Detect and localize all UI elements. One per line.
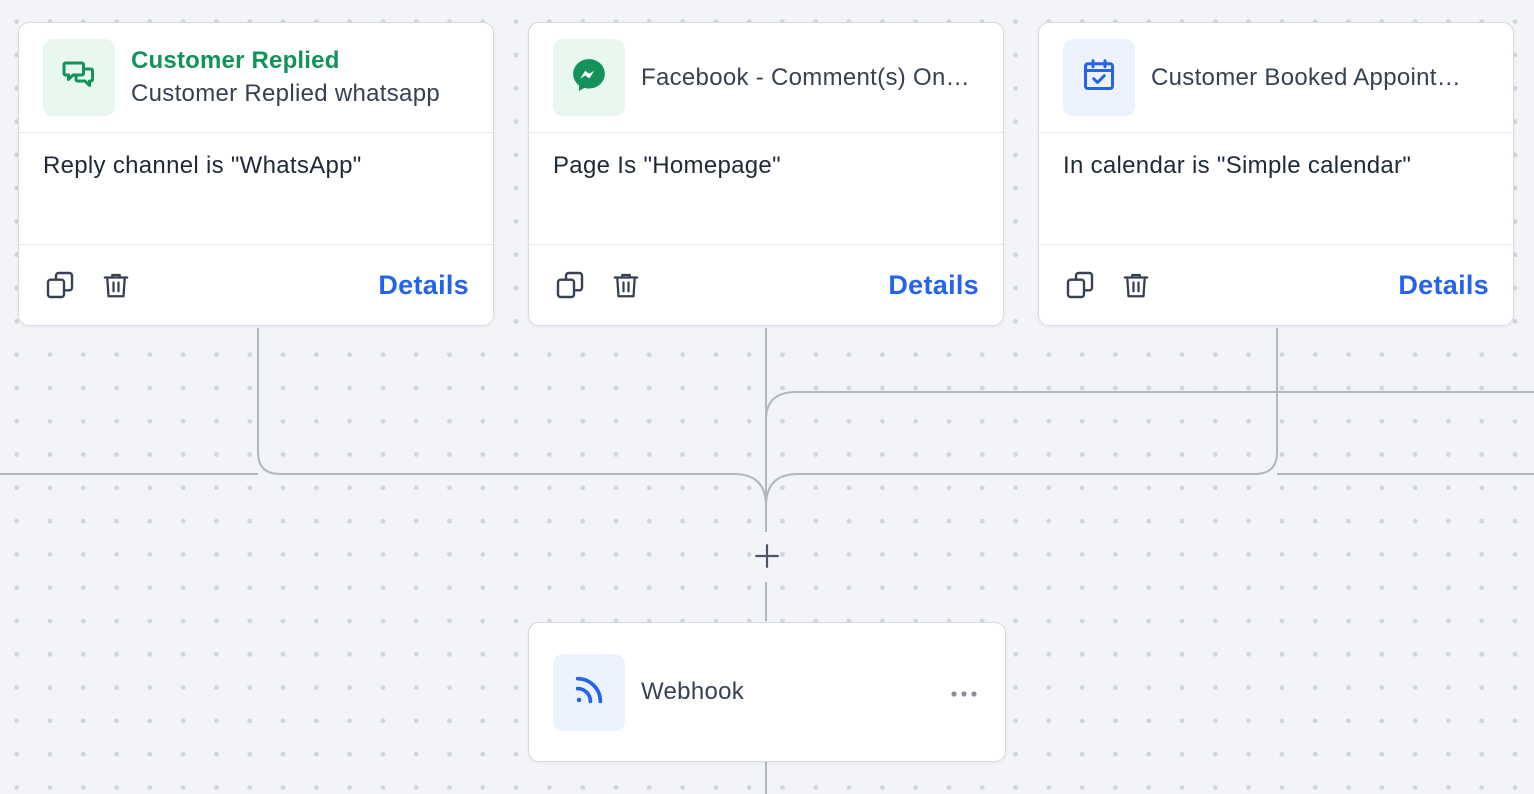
more-options-button[interactable] <box>949 679 979 709</box>
action-card-webhook[interactable]: Webhook <box>528 622 1006 762</box>
trigger-card-footer: Details <box>1039 245 1513 325</box>
more-horizontal-icon <box>950 685 978 703</box>
trash-icon[interactable] <box>609 268 643 302</box>
trigger-condition: Page Is "Homepage" <box>529 133 1003 245</box>
details-link[interactable]: Details <box>1398 270 1489 301</box>
trigger-card-footer: Details <box>19 245 493 325</box>
details-link[interactable]: Details <box>378 270 469 301</box>
trigger-card-header: Customer Booked Appoint… <box>1039 23 1513 133</box>
plus-icon <box>754 543 780 574</box>
trigger-card-header: Facebook - Comment(s) On… <box>529 23 1003 133</box>
trigger-condition: In calendar is "Simple calendar" <box>1039 133 1513 245</box>
trigger-card-facebook-comment[interactable]: Facebook - Comment(s) On… Page Is "Homep… <box>528 22 1004 326</box>
details-link[interactable]: Details <box>888 270 979 301</box>
trigger-title: Customer Replied <box>131 46 340 74</box>
trash-icon[interactable] <box>99 268 133 302</box>
chat-bubbles-icon <box>61 57 97 98</box>
trigger-icon-tile <box>1063 39 1135 116</box>
copy-icon[interactable] <box>43 268 77 302</box>
action-title: Webhook <box>641 678 745 705</box>
action-icon-tile <box>553 653 625 731</box>
trash-icon[interactable] <box>1119 268 1153 302</box>
trigger-card-header: Customer Replied Customer Replied whatsa… <box>19 23 493 133</box>
connector-upper-right <box>765 391 1534 421</box>
add-step-button[interactable] <box>750 541 784 575</box>
trigger-card-customer-replied[interactable]: Customer Replied Customer Replied whatsa… <box>18 22 494 326</box>
trigger-condition: Reply channel is "WhatsApp" <box>19 133 493 245</box>
rss-icon <box>572 673 606 712</box>
trigger-subtitle: Customer Booked Appoint… <box>1151 63 1462 91</box>
copy-icon[interactable] <box>1063 268 1097 302</box>
trigger-subtitle: Customer Replied whatsapp <box>131 79 440 107</box>
trigger-icon-tile <box>43 39 115 116</box>
connector-branch-1 <box>257 328 767 507</box>
trigger-card-footer: Details <box>529 245 1003 325</box>
trigger-subtitle: Facebook - Comment(s) On… <box>641 63 970 91</box>
copy-icon[interactable] <box>553 268 587 302</box>
trigger-card-customer-booked-appointment[interactable]: Customer Booked Appoint… In calendar is … <box>1038 22 1514 326</box>
messenger-icon <box>570 56 608 99</box>
trigger-icon-tile <box>553 39 625 116</box>
connector-branch-3 <box>765 328 1278 507</box>
calendar-check-icon <box>1081 57 1117 98</box>
workflow-canvas[interactable]: Customer Replied Customer Replied whatsa… <box>0 0 1534 794</box>
